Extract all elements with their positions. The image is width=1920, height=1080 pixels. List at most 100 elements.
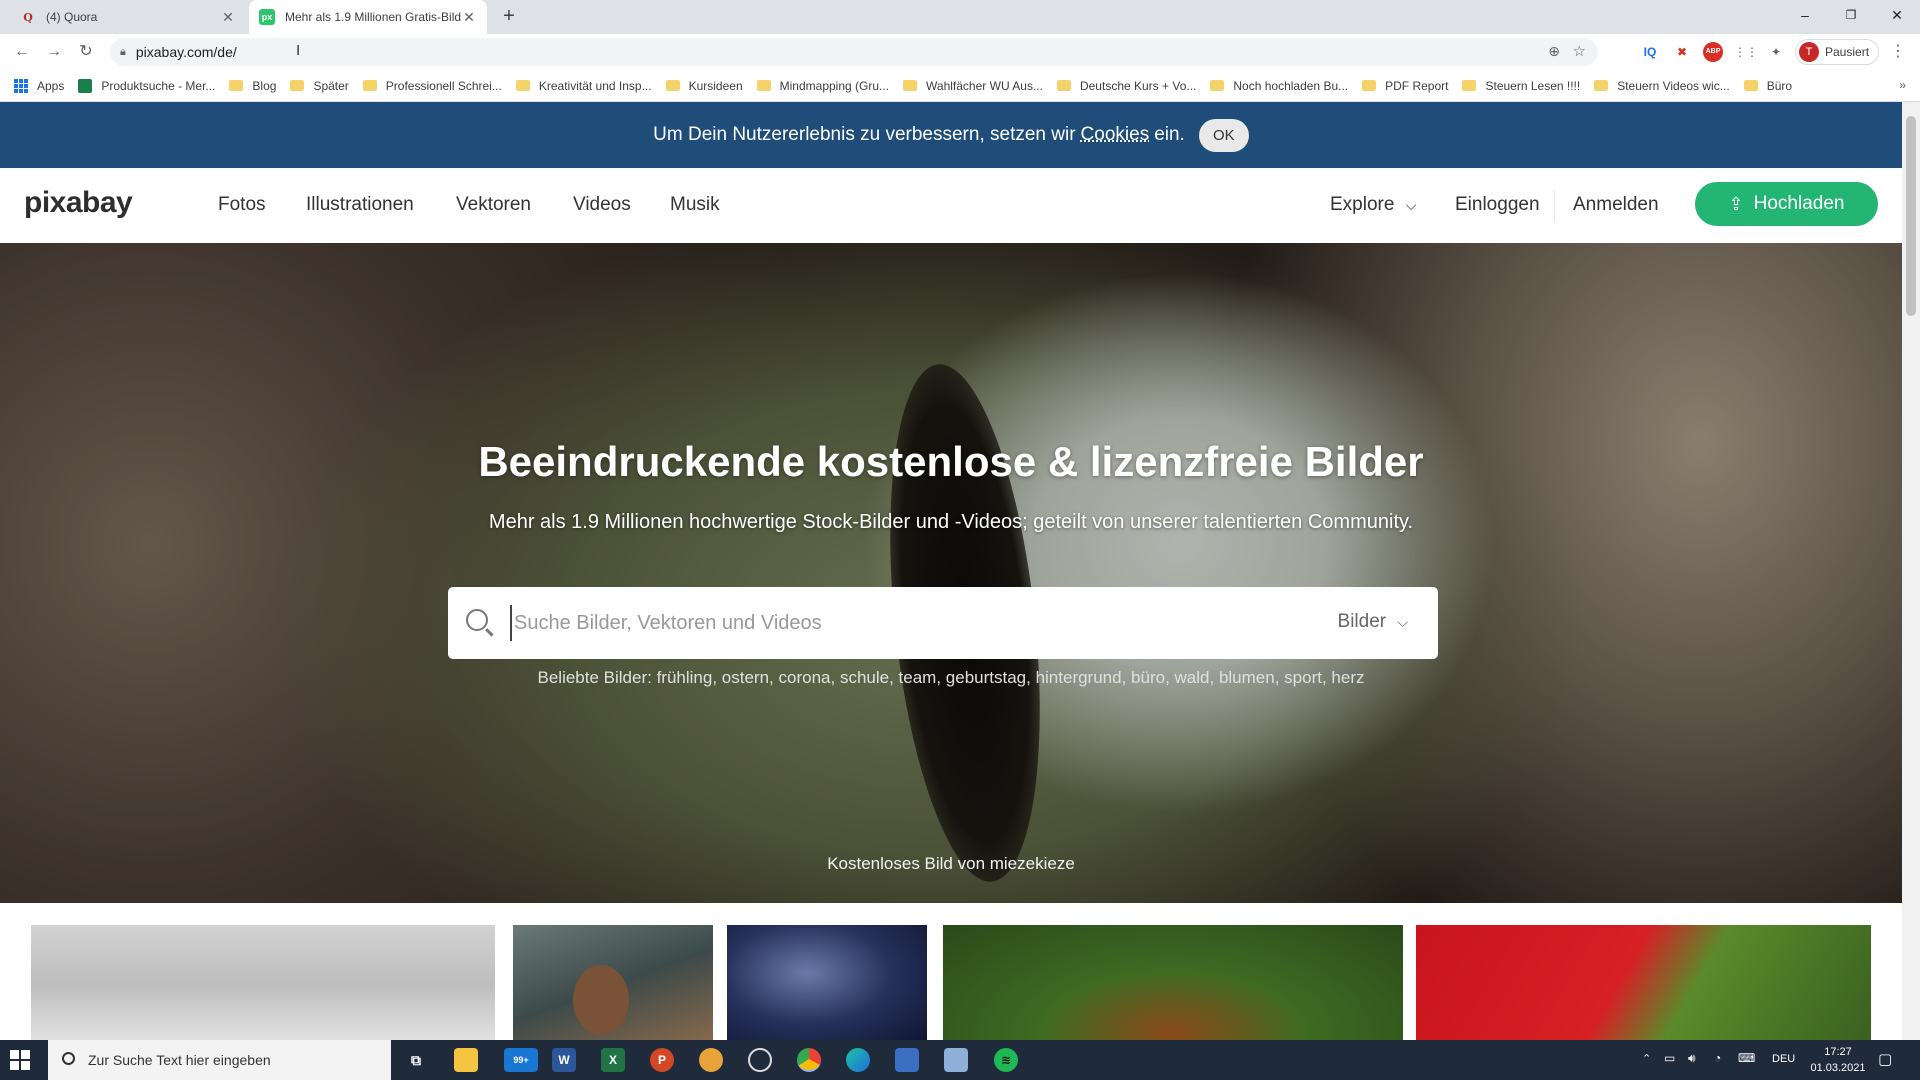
kebab-menu-icon[interactable]: ⋮ [1888,42,1908,62]
spotify-icon[interactable]: ≋ [994,1048,1018,1072]
nav-link-illustrationen[interactable]: Illustrationen [306,194,414,216]
tag-link[interactable]: schule [840,668,889,687]
upload-button[interactable]: ⇪ Hochladen [1695,182,1878,226]
new-tab-button[interactable]: + [498,6,520,28]
bookmark-folder[interactable]: Später [290,79,349,93]
task-view-icon[interactable]: ⧉ [404,1048,428,1072]
bookmark-folder[interactable]: Steuern Videos wic... [1594,79,1730,93]
grid-extension-icon[interactable]: ⋮⋮ [1734,42,1758,62]
cookies-link[interactable]: Cookies [1081,124,1150,146]
nav-link-vektoren[interactable]: Vektoren [456,194,531,216]
cookie-ok-button[interactable]: OK [1198,118,1249,152]
tab-quora[interactable]: Q (4) Quora ✕ [10,0,246,34]
puzzle-extensions-icon[interactable]: ✦ [1766,42,1786,62]
tab-pixabay[interactable]: px Mehr als 1.9 Millionen Gratis-Bild ✕ [249,0,487,34]
nav-link-fotos[interactable]: Fotos [218,194,266,216]
close-window-button[interactable]: ✕ [1874,0,1920,30]
edge-icon[interactable] [846,1048,870,1072]
gallery-thumbnail[interactable] [513,925,713,1045]
taskbar-search-input[interactable]: Zur Suche Text hier eingeben [48,1040,391,1080]
notifications-icon[interactable]: ▢ [1878,1050,1892,1068]
iq-extension-icon[interactable]: IQ [1640,42,1660,62]
chrome-icon[interactable] [797,1048,821,1072]
explore-dropdown[interactable]: Explore ⌵ [1330,194,1416,216]
zoom-icon[interactable]: ⊕ [1548,43,1560,60]
bookmark-folder[interactable]: Wahlfächer WU Aus... [903,79,1043,93]
close-tab-icon[interactable]: ✕ [461,9,477,26]
bookmark-folder[interactable]: Steuern Lesen !!!! [1462,79,1580,93]
tag-link[interactable]: hintergrund [1036,668,1122,687]
gallery-thumbnail[interactable] [31,925,495,1045]
app-icon[interactable] [699,1048,723,1072]
bookmark-apps[interactable]: Apps [14,78,64,93]
bookmark-folder[interactable]: Kreativität und Insp... [515,79,652,93]
bookmark-folder[interactable]: Blog [229,79,276,93]
windows-start-icon[interactable] [10,1050,30,1070]
nav-link-videos[interactable]: Videos [573,194,631,216]
gallery-thumbnail[interactable] [943,925,1403,1045]
profile-button[interactable]: T Pausiert [1795,39,1879,65]
tag-link[interactable]: ostern [722,668,769,687]
bookmark-folder[interactable]: PDF Report [1362,79,1448,93]
bookmark-folder[interactable]: Büro [1743,79,1792,93]
pixabay-logo[interactable]: pixabay [24,186,133,220]
search-type-select[interactable]: Bilder ⌵ [1338,611,1408,633]
chevron-up-icon[interactable]: ⌃ [1642,1052,1651,1065]
address-bar[interactable]: 🔒︎ pixabay.com/de/ I ⊕ ☆ [110,38,1598,66]
tag-link[interactable]: corona [779,668,831,687]
tag-link[interactable]: team [899,668,937,687]
folder-icon [515,80,530,91]
tag-link[interactable]: büro [1131,668,1165,687]
language-indicator[interactable]: DEU [1772,1053,1795,1065]
close-tab-icon[interactable]: ✕ [220,9,236,26]
more-bookmarks-icon[interactable]: » [1899,78,1906,92]
scrollbar-thumb[interactable] [1906,116,1916,316]
app-icon[interactable] [895,1048,919,1072]
reload-icon[interactable]: ↻ [74,40,98,64]
login-link[interactable]: Einloggen [1455,194,1540,216]
tag-link[interactable]: wald [1175,668,1210,687]
site-header: pixabay Fotos Illustrationen Vektoren Vi… [0,168,1902,243]
bookmark-item[interactable]: Produktsuche - Mer... [78,78,215,93]
network-icon[interactable]: ▭ [1664,1051,1675,1065]
volume-icon[interactable]: 🔊︎ [1688,1051,1696,1066]
keyboard-icon[interactable]: ⌨ [1738,1051,1755,1065]
register-link[interactable]: Anmelden [1573,194,1659,216]
excel-icon[interactable]: X [601,1048,625,1072]
bookmark-folder[interactable]: Professionell Schrei... [362,79,502,93]
adblock-icon[interactable]: ABP [1703,42,1723,62]
bookmark-folder[interactable]: Deutsche Kurs + Vo... [1056,79,1196,93]
powerpoint-icon[interactable]: P [650,1048,674,1072]
folder-icon [665,80,680,91]
minimize-button[interactable]: – [1782,0,1828,30]
cookie-text-end: ein. [1154,124,1185,145]
bookmark-folder[interactable]: Kursideen [665,79,743,93]
page-scrollbar[interactable] [1902,102,1920,1040]
word-icon[interactable]: W [552,1048,576,1072]
folder-icon [1743,80,1758,91]
mail-icon[interactable]: 99+ [504,1048,538,1072]
search-input[interactable] [510,605,1310,641]
notepad-icon[interactable] [944,1048,968,1072]
file-explorer-icon[interactable] [454,1048,478,1072]
tag-link[interactable]: sport [1284,668,1322,687]
extension-x-icon[interactable]: ✖ [1672,42,1692,62]
tag-link[interactable]: frühling [657,668,713,687]
bookmark-folder[interactable]: Mindmapping (Gru... [756,79,889,93]
back-arrow-icon[interactable]: ← [10,40,34,64]
camera-app-icon[interactable] [748,1048,772,1072]
gallery-thumbnail[interactable] [727,925,927,1045]
forward-arrow-icon[interactable]: → [42,40,66,64]
bookmark-folder[interactable]: Noch hochladen Bu... [1210,79,1348,93]
maximize-button[interactable]: ❐ [1828,0,1874,30]
tag-link[interactable]: herz [1331,668,1364,687]
gallery-thumbnail[interactable] [1416,925,1871,1045]
system-clock[interactable]: 17:27 01.03.2021 [1808,1044,1868,1076]
image-credit[interactable]: Kostenloses Bild von miezekieze [0,854,1902,874]
tag-link[interactable]: blumen [1219,668,1275,687]
bookmark-star-icon[interactable]: ☆ [1573,42,1586,60]
site-favicon-icon [78,78,93,93]
wifi-icon[interactable]: ◔ [1714,1051,1721,1065]
nav-link-musik[interactable]: Musik [670,194,720,216]
tag-link[interactable]: geburtstag [946,668,1026,687]
